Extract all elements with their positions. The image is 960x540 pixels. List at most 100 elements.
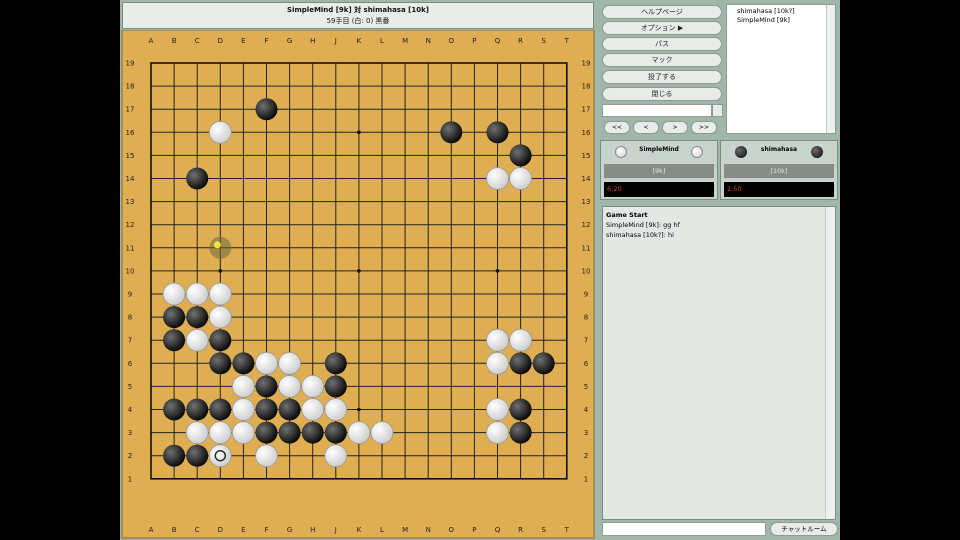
white-stone[interactable]	[185, 328, 209, 352]
resign-button[interactable]: 投了する	[602, 70, 722, 84]
black-stone[interactable]	[324, 421, 347, 444]
white-stone[interactable]	[208, 444, 232, 468]
white-stone[interactable]	[278, 351, 302, 375]
go-board-svg[interactable]: AABBCCDDEEFFGGHHJJKKLLMMNNOOPPQQRRSSTT19…	[120, 30, 596, 540]
white-stone[interactable]	[486, 167, 509, 190]
black-stone[interactable]	[278, 398, 301, 421]
column-label: J	[334, 526, 337, 534]
black-stone[interactable]	[209, 398, 232, 421]
white-stone[interactable]	[185, 421, 209, 445]
move-go-button[interactable]	[712, 104, 723, 117]
black-stone[interactable]	[486, 121, 509, 144]
white-stone[interactable]	[255, 351, 278, 375]
column-label: K	[357, 526, 362, 534]
white-stone[interactable]	[324, 444, 348, 468]
chat-scrollbar[interactable]	[825, 207, 835, 519]
black-stone[interactable]	[509, 352, 532, 375]
white-stone[interactable]	[185, 282, 209, 306]
white-stone[interactable]	[509, 167, 533, 190]
players-list[interactable]: shimahasa [10k?] SimpleMind [9k]	[726, 4, 836, 134]
white-stone[interactable]	[347, 421, 371, 445]
black-stone[interactable]	[186, 167, 209, 190]
black-stone[interactable]	[509, 398, 532, 421]
black-stone[interactable]	[163, 306, 186, 329]
white-stone[interactable]	[208, 282, 232, 306]
go-board[interactable]: A A B B C C D D E E F F G G H H J J K K L L M M N N O O P P Q Q R R S S T T 19…	[120, 30, 596, 540]
white-stone[interactable]	[232, 398, 255, 421]
black-stone[interactable]	[163, 444, 186, 467]
black-stone[interactable]	[186, 306, 209, 329]
nav-last-button[interactable]: >>	[691, 121, 717, 134]
white-stone[interactable]	[208, 305, 232, 329]
help-button[interactable]: ヘルプページ	[602, 5, 722, 19]
black-stone[interactable]	[509, 144, 532, 167]
black-stone[interactable]	[532, 352, 555, 375]
black-stone[interactable]	[301, 421, 324, 444]
column-label: L	[380, 37, 384, 45]
black-stone[interactable]	[509, 421, 532, 444]
black-stone[interactable]	[255, 98, 278, 121]
white-stone[interactable]	[301, 398, 325, 421]
row-label: 7	[584, 337, 588, 345]
row-label: 11	[126, 244, 135, 252]
go-game-window: SimpleMind [9k] 対 shimahasa [10k] 59手目 (…	[120, 0, 840, 540]
white-stone[interactable]	[208, 421, 232, 445]
black-stone[interactable]	[163, 329, 186, 352]
white-stone[interactable]	[486, 398, 509, 421]
black-stone[interactable]	[232, 352, 255, 375]
row-label: 4	[128, 406, 133, 414]
chat-input[interactable]	[602, 522, 766, 536]
options-button[interactable]: オプション ▶	[602, 21, 722, 35]
close-button[interactable]: 閉じる	[602, 87, 722, 101]
row-label: 18	[582, 83, 591, 91]
white-stone[interactable]	[486, 328, 509, 352]
white-stone[interactable]	[255, 444, 278, 468]
black-stone[interactable]	[278, 421, 301, 444]
white-stone[interactable]	[324, 398, 348, 421]
black-stone[interactable]	[255, 375, 278, 398]
white-stone[interactable]	[232, 374, 255, 398]
black-stone[interactable]	[324, 375, 347, 398]
white-stone[interactable]	[509, 328, 533, 352]
white-stone[interactable]	[486, 421, 509, 445]
players-list-item[interactable]: SimpleMind [9k]	[737, 16, 835, 25]
column-label: T	[564, 37, 570, 45]
black-stone[interactable]	[186, 398, 209, 421]
black-stone[interactable]	[324, 352, 347, 375]
row-label: 8	[128, 314, 132, 322]
white-stone[interactable]	[486, 351, 509, 375]
row-label: 12	[582, 221, 591, 229]
nav-prev-button[interactable]: <	[633, 121, 659, 134]
column-label: E	[241, 526, 245, 534]
black-stone-icon	[811, 146, 823, 158]
mark-button[interactable]: マック	[602, 53, 722, 67]
black-stone[interactable]	[440, 121, 463, 144]
star-point	[218, 269, 223, 273]
white-stone[interactable]	[162, 282, 186, 306]
chat-log[interactable]: Game Start SimpleMind [9k]: gg hf shimah…	[602, 206, 836, 520]
pass-button[interactable]: パス	[602, 37, 722, 51]
black-stone[interactable]	[255, 421, 278, 444]
nav-first-button[interactable]: <<	[604, 121, 630, 134]
move-input[interactable]	[602, 104, 712, 117]
row-label: 9	[128, 291, 132, 299]
column-label: Q	[495, 526, 501, 534]
players-list-item[interactable]: shimahasa [10k?]	[737, 7, 835, 16]
row-label: 18	[126, 83, 135, 91]
black-stone[interactable]	[186, 444, 209, 467]
column-label: P	[472, 37, 476, 45]
white-stone[interactable]	[370, 421, 394, 445]
column-label: A	[149, 37, 154, 45]
black-stone[interactable]	[255, 398, 278, 421]
white-stone[interactable]	[278, 374, 302, 398]
white-stone[interactable]	[301, 374, 325, 398]
column-label: N	[426, 526, 431, 534]
black-stone[interactable]	[209, 329, 232, 352]
white-stone[interactable]	[208, 120, 232, 144]
chat-room-button[interactable]: チャットルーム	[770, 522, 838, 536]
players-list-scrollbar[interactable]	[826, 5, 835, 133]
black-stone[interactable]	[163, 398, 186, 421]
black-stone[interactable]	[209, 352, 232, 375]
nav-next-button[interactable]: >	[662, 121, 688, 134]
white-stone[interactable]	[232, 421, 255, 445]
